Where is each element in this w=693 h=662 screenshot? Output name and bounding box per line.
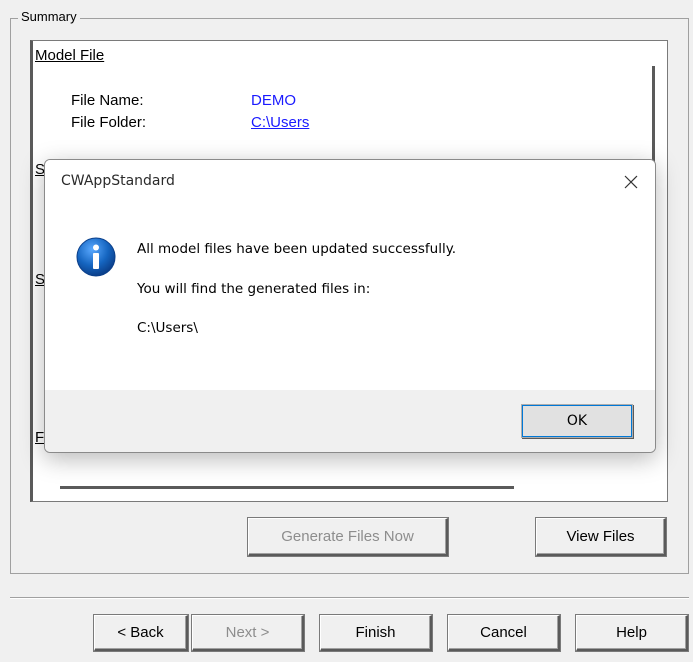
back-button[interactable]: < Back [94,615,188,651]
file-name-label: File Name: [71,92,144,109]
section-title-model-file: Model File [35,47,105,64]
dialog-message-path: C:\Users\ [137,320,198,336]
dialog-title: CWAppStandard [61,173,175,189]
finish-button[interactable]: Finish [320,615,432,651]
dialog-titlebar[interactable]: CWAppStandard [45,160,655,204]
ok-button[interactable]: OK [521,404,633,438]
generate-files-now-button[interactable]: Generate Files Now [248,518,448,556]
footer-separator [10,597,689,599]
message-dialog: CWAppStandard All model files have been … [44,159,656,453]
close-icon [624,175,638,189]
next-button[interactable]: Next > [192,615,304,651]
dialog-close-button[interactable] [611,164,651,200]
dialog-message-line1: All model files have been updated succes… [137,241,457,257]
horizontal-scrollbar-thumb[interactable] [60,486,514,489]
file-name-value: DEMO [251,92,296,109]
cancel-button[interactable]: Cancel [448,615,560,651]
clipped-section-title-3: F [35,429,45,446]
file-folder-link[interactable]: C:\Users [251,114,309,131]
help-button[interactable]: Help [576,615,688,651]
summary-groupbox-title: Summary [18,8,80,26]
dialog-body: All model files have been updated succes… [45,204,655,390]
dialog-message-line2: You will find the generated files in: [137,281,371,297]
view-files-button[interactable]: View Files [536,518,666,556]
file-folder-label: File Folder: [71,114,147,131]
info-icon [76,237,116,277]
